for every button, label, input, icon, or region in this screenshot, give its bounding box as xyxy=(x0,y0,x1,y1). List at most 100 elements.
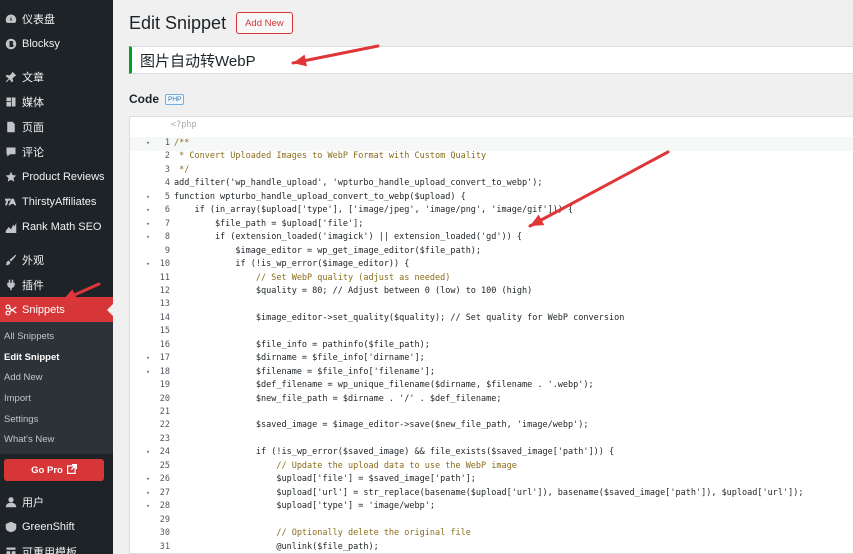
code-line: ▾ 26 $upload['file'] = $saved_image['path… xyxy=(130,473,853,487)
admin-sidebar: 仪表盘 Blocksy 文章媒体页面评论 Product Reviews Thirst… xyxy=(0,0,113,554)
add-new-button[interactable]: Add New xyxy=(236,12,293,34)
code-text: /** xyxy=(174,138,190,148)
line-number: 23 xyxy=(159,433,170,444)
code-text: $file_path = $upload['file']; xyxy=(174,218,364,229)
line-number: 20 xyxy=(159,393,170,404)
sidebar-item[interactable]: 用户 xyxy=(0,489,113,514)
line-number: 16 xyxy=(159,339,170,350)
line-number: 14 xyxy=(159,312,170,323)
greenshift-icon xyxy=(4,520,18,534)
code-text: */ xyxy=(174,164,190,175)
submenu-item[interactable]: Add New xyxy=(0,367,113,388)
php-open-tag: <?php xyxy=(171,120,197,130)
line-number: 7 xyxy=(164,218,170,229)
code-line: 30 // Optionally delete the original fil… xyxy=(130,527,853,541)
code-text: if (in_array($upload['type'], ['image/jp… xyxy=(174,205,574,216)
code-text: $file_info = pathinfo($file_path); xyxy=(174,339,430,350)
sidebar-item-snippets[interactable]: Snippets xyxy=(0,297,113,322)
code-line: 4 add_filter('wp_handle_upload', 'wpturbo… xyxy=(130,177,853,191)
code-line: ▾ 10 if (!is_wp_error($image_editor)) { xyxy=(130,258,853,272)
code-line: ▾ 18 $filename = $file_info['filename']; xyxy=(130,366,853,380)
code-text: $filename = $file_info['filename']; xyxy=(174,366,435,377)
snippet-title-input[interactable]: 图片自动转WebP xyxy=(129,46,853,74)
code-text: $upload['type'] = 'image/webp'; xyxy=(174,501,435,512)
sidebar-item[interactable]: ThirstyAffiliates xyxy=(0,189,113,214)
sidebar-item[interactable]: 媒体 xyxy=(0,89,113,114)
brush-icon xyxy=(4,253,18,267)
line-number: 8 xyxy=(164,232,170,243)
sidebar-item[interactable]: 评论 xyxy=(0,139,113,164)
snippet-title-value: 图片自动转WebP xyxy=(140,52,256,70)
go-pro-button[interactable]: Go Pro xyxy=(4,459,104,482)
code-text: $upload['file'] = $saved_image['path']; xyxy=(174,474,476,485)
language-badge: PHP xyxy=(165,93,185,105)
sidebar-item[interactable]: GreenShift xyxy=(0,514,113,539)
sidebar-item[interactable]: Product Reviews xyxy=(0,164,113,189)
code-text: // Optionally delete the original file xyxy=(174,528,471,539)
sidebar-item-label: 页面 xyxy=(22,121,44,134)
ta-icon xyxy=(4,195,18,209)
code-line: ▾ 5 function wpturbo_handle_upload_convert… xyxy=(130,191,853,205)
sidebar-item-label: 媒体 xyxy=(22,96,44,109)
code-line: 15 xyxy=(130,325,853,339)
sidebar-item[interactable]: 页面 xyxy=(0,114,113,139)
code-line: 23 xyxy=(130,433,853,447)
code-line: 19 $def_filename = wp_unique_filename($d… xyxy=(130,379,853,393)
sidebar-item-label: 评论 xyxy=(22,146,44,159)
sidebar-item-label: 仪表盘 xyxy=(22,13,55,26)
submenu-item[interactable]: All Snippets xyxy=(0,326,113,347)
page-icon xyxy=(4,120,18,134)
line-number: 29 xyxy=(159,514,170,525)
code-label: Code xyxy=(129,92,159,106)
sidebar-item[interactable]: 文章 xyxy=(0,64,113,89)
line-number: 6 xyxy=(164,205,170,216)
code-text: if (!is_wp_error($saved_image) && file_e… xyxy=(174,447,615,458)
sidebar-item-label: Blocksy xyxy=(22,37,60,50)
sidebar-item-label: 用户 xyxy=(22,496,44,509)
line-number: 5 xyxy=(164,191,170,202)
code-text: $image_editor->set_quality($quality); //… xyxy=(174,312,625,323)
sidebar-item[interactable]: 仪表盘 xyxy=(0,6,113,31)
sidebar-item[interactable]: 外观 xyxy=(0,247,113,272)
sidebar-item-label: 外观 xyxy=(22,254,44,267)
line-number: 31 xyxy=(159,541,170,552)
external-link-icon xyxy=(66,463,77,477)
code-text: add_filter('wp_handle_upload', 'wpturbo_… xyxy=(174,178,543,189)
code-line: 29 xyxy=(130,514,853,528)
page-title: Edit Snippet xyxy=(129,12,227,33)
code-line: 13 xyxy=(130,298,853,312)
submenu-item[interactable]: Settings xyxy=(0,409,113,430)
code-text: $quality = 80; // Adjust between 0 (low)… xyxy=(174,285,533,296)
code-line: ▾ 1/** xyxy=(130,137,853,151)
code-line: 2 * Convert Uploaded Images to WebP Form… xyxy=(130,150,853,164)
line-number: 25 xyxy=(159,460,170,471)
code-text: // Set WebP quality (adjust as needed) xyxy=(174,272,451,283)
sidebar-item-label: Snippets xyxy=(22,303,65,316)
sidebar-item[interactable]: Blocksy xyxy=(0,31,113,56)
code-line: 14 $image_editor->set_quality($quality);… xyxy=(130,312,853,326)
sidebar-item[interactable]: Rank Math SEO xyxy=(0,214,113,239)
code-editor[interactable]: <?php ▾ 1/** 2 * Convert Uploaded Images t… xyxy=(129,116,853,554)
line-number: 2 xyxy=(164,151,170,162)
submenu-item[interactable]: Edit Snippet xyxy=(0,347,113,368)
sidebar-item[interactable]: 插件 xyxy=(0,272,113,297)
code-line: 31 @unlink($file_path); xyxy=(130,541,853,554)
code-line: ▾ 17 $dirname = $file_info['dirname']; xyxy=(130,352,853,366)
sidebar-item-label: ThirstyAffiliates xyxy=(22,195,97,208)
code-text: if (!is_wp_error($image_editor)) { xyxy=(174,259,410,270)
sidebar-item[interactable]: 可重用模板 xyxy=(0,539,113,554)
template-icon xyxy=(4,545,18,554)
submenu-item[interactable]: Import xyxy=(0,388,113,409)
line-number: 3 xyxy=(164,164,170,175)
submenu-item[interactable]: What's New xyxy=(0,429,113,450)
line-number: 12 xyxy=(159,285,170,296)
line-number: 22 xyxy=(159,420,170,431)
code-line: 21 xyxy=(130,406,853,420)
sidebar-item-label: Rank Math SEO xyxy=(22,220,102,233)
snippets-submenu: All Snippets Edit Snippet Add New Import Set… xyxy=(0,322,113,455)
line-number: 26 xyxy=(159,474,170,485)
code-text: $dirname = $file_info['dirname']; xyxy=(174,353,425,364)
scissors-icon xyxy=(4,303,18,317)
code-line: ▾ 27 $upload['url'] = str_replace(basenam… xyxy=(130,487,853,501)
code-line: ▾ 24 if (!is_wp_error($saved_image) && fi… xyxy=(130,446,853,460)
